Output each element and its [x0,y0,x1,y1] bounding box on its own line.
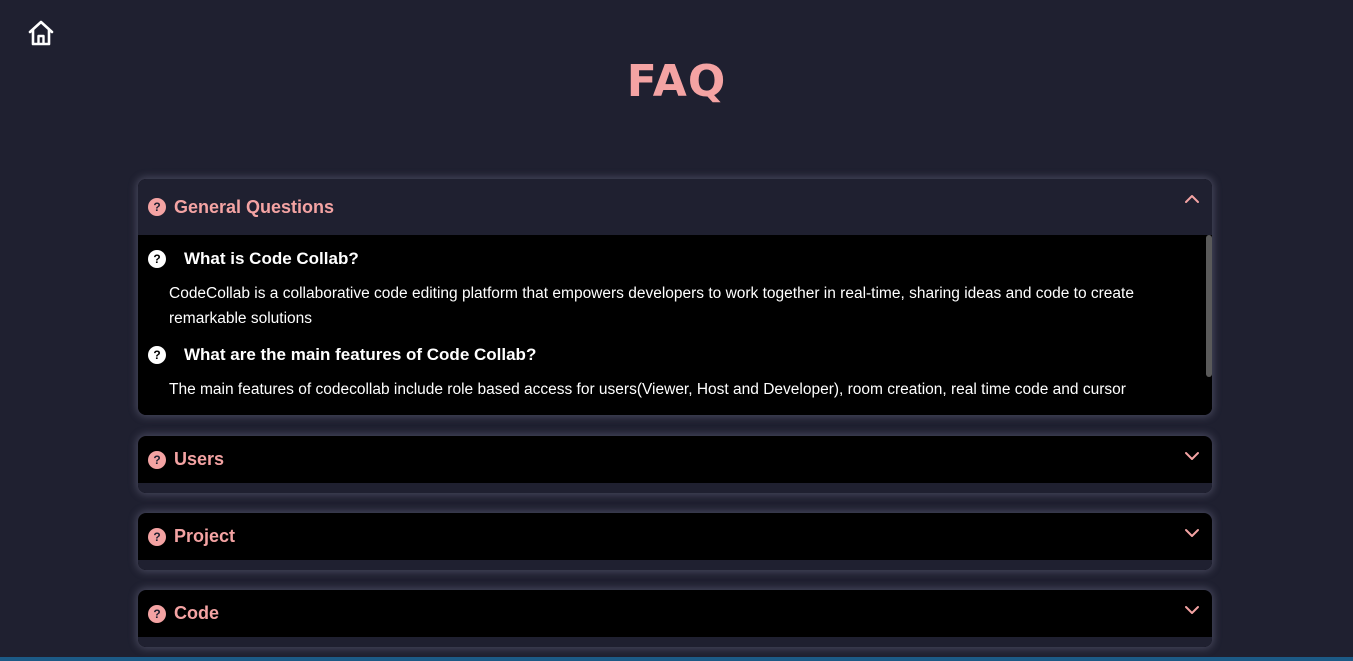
bottom-border [0,657,1353,661]
accordion-header-users[interactable]: ? Users [138,436,1212,483]
chevron-up-icon[interactable] [1182,189,1202,209]
question-circle-icon: ? [148,450,166,469]
faq-question-text: What are the main features of Code Colla… [184,345,537,364]
faq-answer: CodeCollab is a collaborative code editi… [169,285,1134,327]
accordion-users: ? Users [138,436,1212,493]
home-button[interactable] [26,18,56,48]
question-circle-icon: ? [148,198,166,216]
question-circle-icon: ? [148,527,166,546]
accordion-footer [138,483,1212,493]
accordion-body-general-questions[interactable]: ? What is Code Collab? CodeCollab is a c… [138,235,1212,415]
accordion-header-code[interactable]: ? Code [138,590,1212,637]
faq-question-text: What is Code Collab? [184,249,359,268]
faq-question: ? What is Code Collab? [148,247,1172,271]
faq-item: ? What is Code Collab? CodeCollab is a c… [138,247,1212,331]
accordion-label: General Questions [174,196,335,217]
scrollbar-thumb[interactable] [1206,235,1212,377]
faq-answer: The main features of codecollab include … [169,381,1126,398]
faq-item: ? What are the main features of Code Col… [138,343,1212,402]
chevron-down-icon[interactable] [1182,446,1202,466]
faq-question: ? What are the main features of Code Col… [148,343,1172,367]
question-circle-icon: ? [148,250,166,268]
chevron-down-icon[interactable] [1182,600,1202,620]
home-icon [28,20,54,46]
accordion-general-questions: ? General Questions ? What is Code Colla… [138,179,1212,415]
question-circle-icon: ? [148,346,166,364]
scrollbar[interactable] [1206,235,1212,415]
accordion-footer [138,560,1212,570]
accordion-label: Code [174,603,219,623]
accordion-project: ? Project [138,513,1212,570]
accordion-header-project[interactable]: ? Project [138,513,1212,560]
accordion-code: ? Code [138,590,1212,647]
accordion-footer [138,637,1212,647]
page-title: FAQ [626,56,727,107]
accordion-header-general-questions[interactable]: ? General Questions [138,179,1212,235]
accordion-label: Users [174,449,225,469]
question-circle-icon: ? [148,604,166,623]
accordion-label: Project [174,526,236,546]
faq-page: FAQ ? General Questions ? What is Code C… [0,0,1353,661]
chevron-down-icon[interactable] [1182,523,1202,543]
